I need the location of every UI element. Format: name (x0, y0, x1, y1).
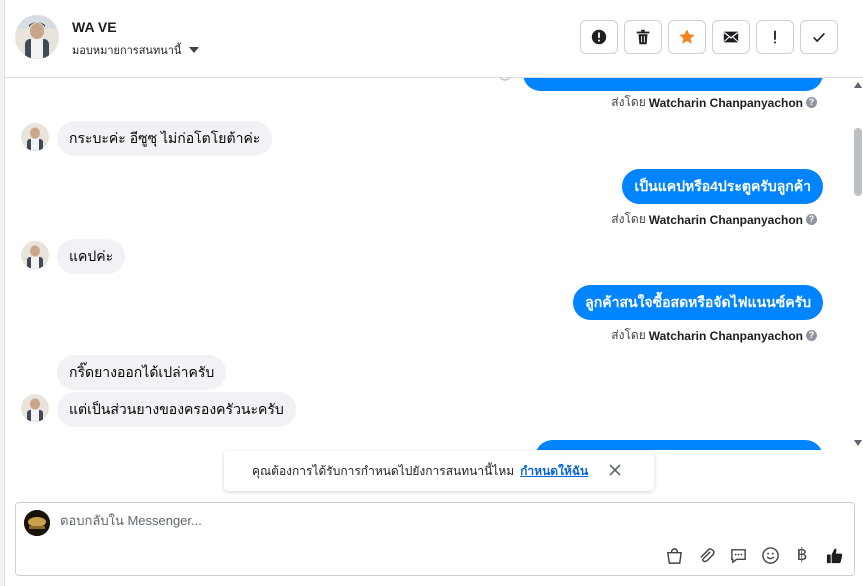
message-bubble-outgoing[interactable] (535, 440, 823, 450)
saved-replies-button[interactable] (728, 545, 748, 565)
message-bubble-incoming[interactable]: แต่เป็นส่วนยางของครองครัวนะครับ (57, 392, 296, 427)
emoji-button[interactable] (760, 545, 780, 565)
scroll-down-icon[interactable] (854, 440, 862, 446)
page-avatar (24, 510, 50, 536)
assign-notice-text: คุณต้องการได้รับการกำหนดไปยังการสนทนานี้… (252, 463, 515, 478)
sent-by-label: ส่งโดย Watcharin Chanpanyachon ? (611, 93, 817, 112)
message-bubble-outgoing[interactable] (523, 78, 823, 91)
message-bubble-incoming[interactable]: แคปค่ะ (57, 239, 126, 274)
assign-conversation-dropdown[interactable]: มอบหมายการสนทนานี้ (72, 41, 200, 59)
contact-avatar[interactable] (15, 15, 59, 59)
conversation-header: WA VE มอบหมายการสนทนานี้ (5, 0, 863, 78)
star-button[interactable] (668, 20, 706, 54)
contact-avatar-small (21, 123, 49, 151)
envelope-icon (723, 31, 739, 43)
composer-tools: ฿ (664, 545, 844, 565)
assign-label: มอบหมายการสนทนานี้ (72, 45, 182, 57)
exclamation-icon (774, 30, 776, 44)
alert-circle-icon (591, 29, 607, 45)
contact-name: WA VE (72, 19, 117, 35)
payment-button[interactable]: ฿ (792, 545, 812, 565)
mark-unread-button[interactable] (712, 20, 750, 54)
help-icon[interactable]: ? (806, 97, 817, 108)
caret-down-icon (189, 47, 200, 53)
contact-avatar-small (21, 394, 49, 422)
message-bubble-outgoing[interactable]: เป็นแคปหรือ4ประตูครับลูกค้า (622, 169, 823, 204)
scrollbar-thumb[interactable] (854, 128, 862, 196)
shopping-bag-icon (666, 547, 682, 564)
chat-bubble-icon (730, 548, 746, 564)
reply-input[interactable] (60, 513, 660, 528)
help-icon[interactable]: ? (806, 214, 817, 225)
message-bubble-incoming[interactable]: กระบะค่ะ อีซูซุ ไม่ก่อโตโยต้าค่ะ (57, 121, 273, 156)
thumbs-up-icon (826, 548, 842, 563)
mark-done-button[interactable] (800, 20, 838, 54)
smiley-icon (761, 546, 779, 564)
help-icon[interactable]: ? (806, 330, 817, 341)
like-button[interactable] (824, 545, 844, 565)
scroll-up-icon[interactable] (854, 82, 862, 88)
trash-icon (636, 29, 650, 45)
paperclip-icon (699, 547, 715, 562)
message-bubble-incoming[interactable]: กริ๊ดยางออกได้เปล่าครับ (57, 355, 227, 390)
reply-composer: ฿ (15, 502, 855, 576)
message-bubble-outgoing[interactable]: ลูกค้าสนใจซื้อสดหรือจัดไฟแนนซ์ครับ (573, 285, 823, 320)
sent-by-label: ส่งโดย Watcharin Chanpanyachon ? (611, 326, 817, 345)
conversation-actions (580, 20, 838, 54)
assign-to-me-link[interactable]: กำหนดให้ฉัน (520, 462, 588, 481)
contact-avatar-small (21, 241, 49, 269)
baht-icon: ฿ (796, 545, 808, 565)
check-icon (813, 32, 825, 43)
close-icon[interactable] (608, 463, 622, 477)
attach-button[interactable] (696, 545, 716, 565)
star-icon (679, 29, 695, 44)
shop-button[interactable] (664, 545, 684, 565)
message-thread[interactable]: ส่งโดย Watcharin Chanpanyachon ? กระบะค่… (5, 78, 853, 450)
spam-button[interactable] (580, 20, 618, 54)
seen-icon (484, 78, 511, 81)
assign-notice: คุณต้องการได้รับการกำหนดไปยังการสนทนานี้… (224, 451, 654, 491)
sent-by-label: ส่งโดย Watcharin Chanpanyachon ? (611, 210, 817, 229)
follow-up-button[interactable] (756, 20, 794, 54)
delete-button[interactable] (624, 20, 662, 54)
